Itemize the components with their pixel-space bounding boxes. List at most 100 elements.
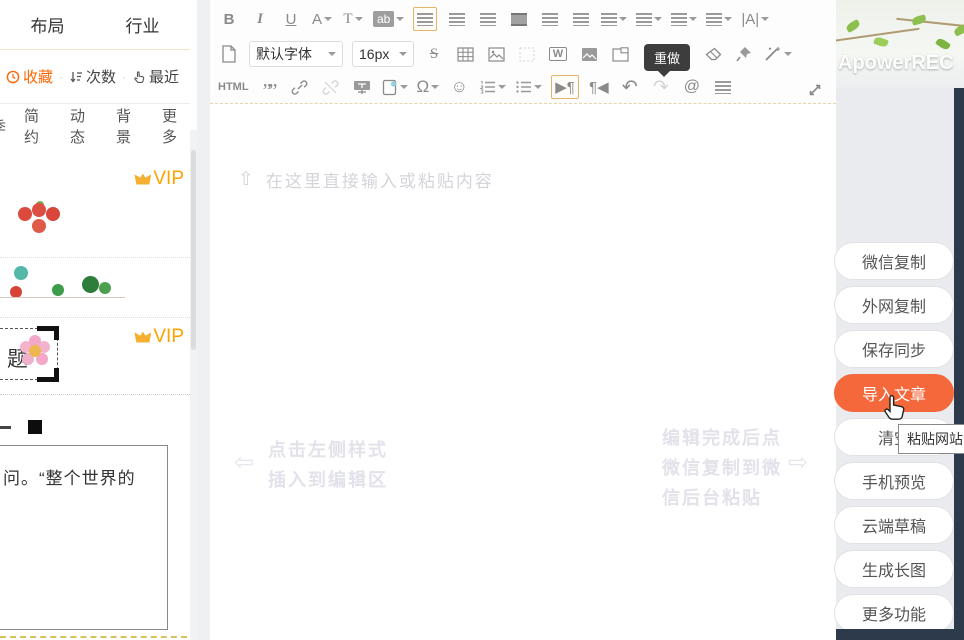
paragraph-spacing-button[interactable] <box>671 7 697 31</box>
emoji-button[interactable]: ☺ <box>448 75 470 99</box>
category-season[interactable]: 季 <box>0 116 6 137</box>
paragraph-spacing-icon <box>671 13 687 26</box>
generate-image-button[interactable]: 生成长图 <box>834 550 954 588</box>
category-more[interactable]: 更多 <box>162 105 190 147</box>
caret-down-icon <box>431 85 439 89</box>
tab-industry[interactable]: 行业 <box>118 12 168 37</box>
pattern-icon <box>519 47 535 62</box>
caret-down-icon <box>534 85 542 89</box>
sort-favorites[interactable]: 收藏 <box>4 66 55 87</box>
caret-down-icon <box>619 17 627 21</box>
category-simple[interactable]: 简约 <box>24 105 52 147</box>
ordered-list-button[interactable] <box>479 75 506 99</box>
toolbar-row-1: B I U A T ab |A| <box>218 6 830 32</box>
redo-button[interactable]: ↷ <box>650 75 672 99</box>
gallery-image-icon <box>581 47 598 62</box>
window-edge-right <box>954 88 964 640</box>
line-height-icon <box>636 13 652 26</box>
save-sync-button[interactable]: 保存同步 <box>834 330 954 368</box>
remove-link-button[interactable] <box>320 75 342 99</box>
caret-down-icon <box>654 17 662 21</box>
link-icon <box>291 79 308 96</box>
align-right-icon <box>480 13 496 26</box>
image-text-button[interactable] <box>508 7 530 31</box>
category-dynamic[interactable]: 动态 <box>70 105 98 147</box>
header-background-image: ApowerREC <box>836 0 964 88</box>
word-import-button[interactable]: W <box>547 42 569 66</box>
paragraph-mark-button[interactable] <box>712 75 734 99</box>
text-label-button[interactable] <box>351 75 373 99</box>
title-char: 题 <box>7 343 28 373</box>
special-char-button[interactable]: Ω <box>417 75 440 99</box>
fullscreen-button[interactable] <box>804 78 826 102</box>
new-document-button[interactable] <box>218 42 240 66</box>
align-right-button[interactable] <box>477 7 499 31</box>
remove-indent-button[interactable]: ¶◀ <box>588 75 610 99</box>
paragraph-style-button[interactable] <box>601 7 627 31</box>
html-source-button[interactable]: HTML <box>218 75 249 99</box>
template-insert-button[interactable] <box>382 75 408 99</box>
font-size-select[interactable]: 16px <box>352 41 414 67</box>
category-background[interactable]: 背景 <box>116 105 144 147</box>
tab-layout[interactable]: 布局 <box>23 12 73 37</box>
editor-content-area[interactable]: ⇧ 在这里直接输入或粘贴内容 ⇦ 点击左侧样式 插入到编辑区 编辑完成后点 微信… <box>210 105 836 640</box>
strikethrough-button[interactable]: S <box>423 42 445 66</box>
right-hint: 编辑完成后点 微信复制到微 信后台粘贴 <box>662 423 782 513</box>
ordered-list-icon <box>479 80 496 94</box>
first-line-indent-button[interactable]: ▶¶ <box>551 75 579 99</box>
underline-button[interactable]: U <box>280 7 302 31</box>
italic-button[interactable]: I <box>249 7 271 31</box>
caret-down-icon <box>399 52 407 56</box>
insert-table-button[interactable] <box>454 42 476 66</box>
page-drop-icon <box>382 79 398 96</box>
align-left-button[interactable] <box>413 7 437 31</box>
undo-button[interactable]: ↶ <box>619 75 641 99</box>
one-key-format-button[interactable] <box>764 42 792 66</box>
insert-image-button[interactable] <box>485 42 507 66</box>
sort-recent[interactable]: 最近 <box>130 66 181 87</box>
template-item-plants[interactable] <box>0 258 190 318</box>
crown-icon <box>134 174 151 185</box>
template-item-flower[interactable]: VIP <box>0 148 190 258</box>
caret-down-icon <box>784 52 792 56</box>
vip-badge: VIP <box>134 168 184 190</box>
cloud-draft-button[interactable]: 云端草稿 <box>834 506 954 544</box>
pattern-button[interactable] <box>516 42 538 66</box>
phone-preview-button[interactable]: 手机预览 <box>834 462 954 500</box>
unordered-list-button[interactable] <box>515 75 542 99</box>
toolbar-row-3: HTML ”” Ω ☺ <box>218 74 830 100</box>
caret-down-icon <box>400 85 408 89</box>
align-center-button[interactable] <box>446 7 468 31</box>
screenshot-button[interactable] <box>609 42 631 66</box>
list-style-button[interactable] <box>706 7 732 31</box>
font-color-button[interactable]: A <box>311 7 333 31</box>
text-style-button[interactable]: T <box>342 7 364 31</box>
sort-count[interactable]: 次数 <box>67 66 118 87</box>
template-item-quote[interactable]: 问。“整个世界的 》 <box>0 395 190 640</box>
quote-text: 问。“整个世界的 <box>3 464 136 489</box>
bold-button[interactable]: B <box>218 7 240 31</box>
more-features-button[interactable]: 更多功能 <box>834 594 954 632</box>
list-style-icon <box>706 13 722 26</box>
action-sidebar: ApowerREC 微信复制 外网复制 保存同步 导入文章 清空 手机预览 云端… <box>836 0 964 640</box>
table-icon <box>457 47 474 62</box>
wechat-copy-button[interactable]: 微信复制 <box>834 242 954 280</box>
blockquote-button[interactable]: ”” <box>258 75 280 99</box>
line-height-button[interactable] <box>636 7 662 31</box>
left-panel-scrollbar[interactable] <box>190 130 197 640</box>
highlight-color-button[interactable]: ab <box>373 7 404 31</box>
align-justify-button[interactable] <box>539 7 561 31</box>
editor-placeholder: ⇧ 在这里直接输入或粘贴内容 <box>238 167 494 192</box>
external-copy-button[interactable]: 外网复制 <box>834 286 954 324</box>
template-item-title[interactable]: VIP 题 <box>0 318 190 395</box>
insert-link-button[interactable] <box>289 75 311 99</box>
eraser-button[interactable] <box>702 42 724 66</box>
word-icon: W <box>549 47 567 61</box>
gallery-image-button[interactable] <box>578 42 600 66</box>
letter-spacing-button[interactable]: |A| <box>741 7 769 31</box>
font-family-select[interactable]: 默认字体 <box>249 41 343 67</box>
redo-tooltip: 重做 <box>644 44 690 71</box>
find-replace-button[interactable]: @ <box>681 75 703 99</box>
indent-left-button[interactable] <box>570 7 592 31</box>
format-brush-button[interactable] <box>733 42 755 66</box>
